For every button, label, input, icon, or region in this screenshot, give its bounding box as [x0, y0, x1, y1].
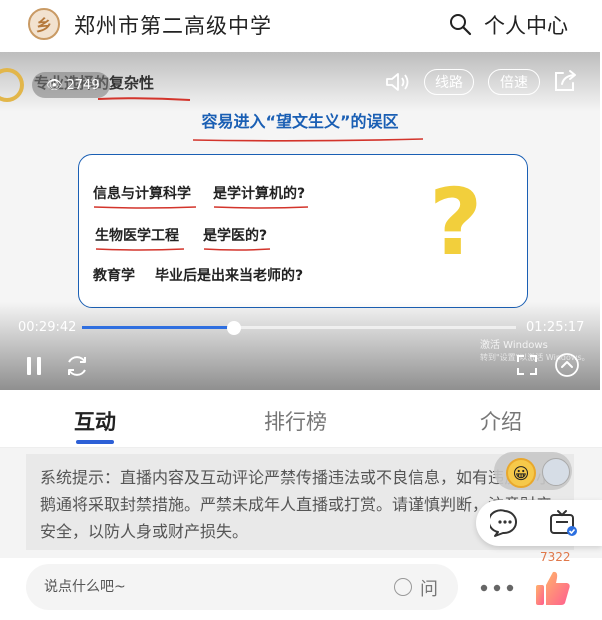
- app-header: 乡 郑州市第二高级中学 个人中心: [0, 0, 602, 50]
- ask-question-label[interactable]: 问: [420, 575, 438, 601]
- fullscreen-icon[interactable]: [516, 354, 538, 376]
- avatar[interactable]: [542, 458, 570, 486]
- progress-bar[interactable]: [82, 326, 516, 329]
- progress-fill: [82, 326, 234, 329]
- speed-button[interactable]: 倍速: [488, 69, 540, 95]
- question-mark: ?: [429, 169, 483, 276]
- slide-row-1-right: 是学计算机的?: [213, 186, 306, 202]
- title-underline: [97, 97, 191, 101]
- slide-row-2-right: 是学医的?: [203, 228, 268, 244]
- smiley-icon[interactable]: 😀: [506, 458, 536, 488]
- tab-bar: 互动 排行榜 介绍: [0, 392, 602, 448]
- chat-bubble-icon[interactable]: [490, 508, 520, 538]
- eye-icon: 👁: [46, 77, 63, 93]
- volume-icon[interactable]: [384, 71, 410, 93]
- chevron-up-icon[interactable]: [554, 352, 580, 378]
- refresh-icon[interactable]: [64, 353, 90, 379]
- slide-heading: 容易进入“望文生义”的误区: [201, 112, 399, 131]
- viewer-count-badge: 👁 2749: [32, 72, 110, 98]
- slide-content-box: 信息与计算科学 是学计算机的? 生物医学工程 是学医的? 教育学 毕业后是出来当…: [78, 154, 528, 308]
- active-tab-indicator: [76, 440, 114, 444]
- route-button[interactable]: 线路: [424, 69, 474, 95]
- like-count: 7322: [540, 550, 571, 564]
- pause-icon[interactable]: [24, 355, 44, 377]
- thumbs-up-icon[interactable]: [534, 568, 572, 608]
- watermark-line-1: 激活 Windows: [480, 340, 548, 351]
- tv-check-icon[interactable]: [548, 508, 578, 538]
- row-2-underline-right: [203, 248, 271, 251]
- share-icon[interactable]: [552, 69, 578, 93]
- current-time: 00:29:42: [18, 320, 77, 335]
- slide-row-3-right: 毕业后是出来当老师的?: [155, 268, 304, 284]
- heading-underline: [192, 138, 424, 142]
- row-2-underline: [95, 248, 185, 251]
- total-time: 01:25:17: [526, 320, 585, 335]
- slide-row-3-left: 教育学: [93, 268, 135, 284]
- slide-row-1-left: 信息与计算科学: [93, 186, 191, 202]
- school-logo-icon: 乡: [28, 8, 60, 40]
- tab-leaderboard[interactable]: 排行榜: [264, 406, 327, 436]
- tab-intro[interactable]: 介绍: [480, 406, 522, 436]
- bottom-bar: 问 7322: [0, 550, 602, 620]
- row-1-underline: [93, 206, 197, 209]
- school-name: 郑州市第二高级中学: [74, 14, 272, 38]
- ask-question-radio[interactable]: [394, 578, 412, 596]
- progress-thumb[interactable]: [226, 321, 241, 335]
- tab-interaction[interactable]: 互动: [74, 406, 116, 436]
- user-center-link[interactable]: 个人中心: [484, 10, 568, 40]
- more-icon[interactable]: [480, 584, 514, 592]
- viewer-count: 2749: [66, 77, 100, 93]
- search-icon[interactable]: [448, 12, 472, 36]
- video-player[interactable]: 专业选择的复杂性 👁 2749 线路 倍速 容易进入“望文生义”的误区 信息与计…: [0, 52, 600, 390]
- row-1-underline-right: [213, 206, 309, 209]
- slide-row-2-left: 生物医学工程: [95, 228, 179, 244]
- live-page: 乡 郑州市第二高级中学 个人中心 专业选择的复杂性 👁 2749 线路 倍速: [0, 0, 602, 620]
